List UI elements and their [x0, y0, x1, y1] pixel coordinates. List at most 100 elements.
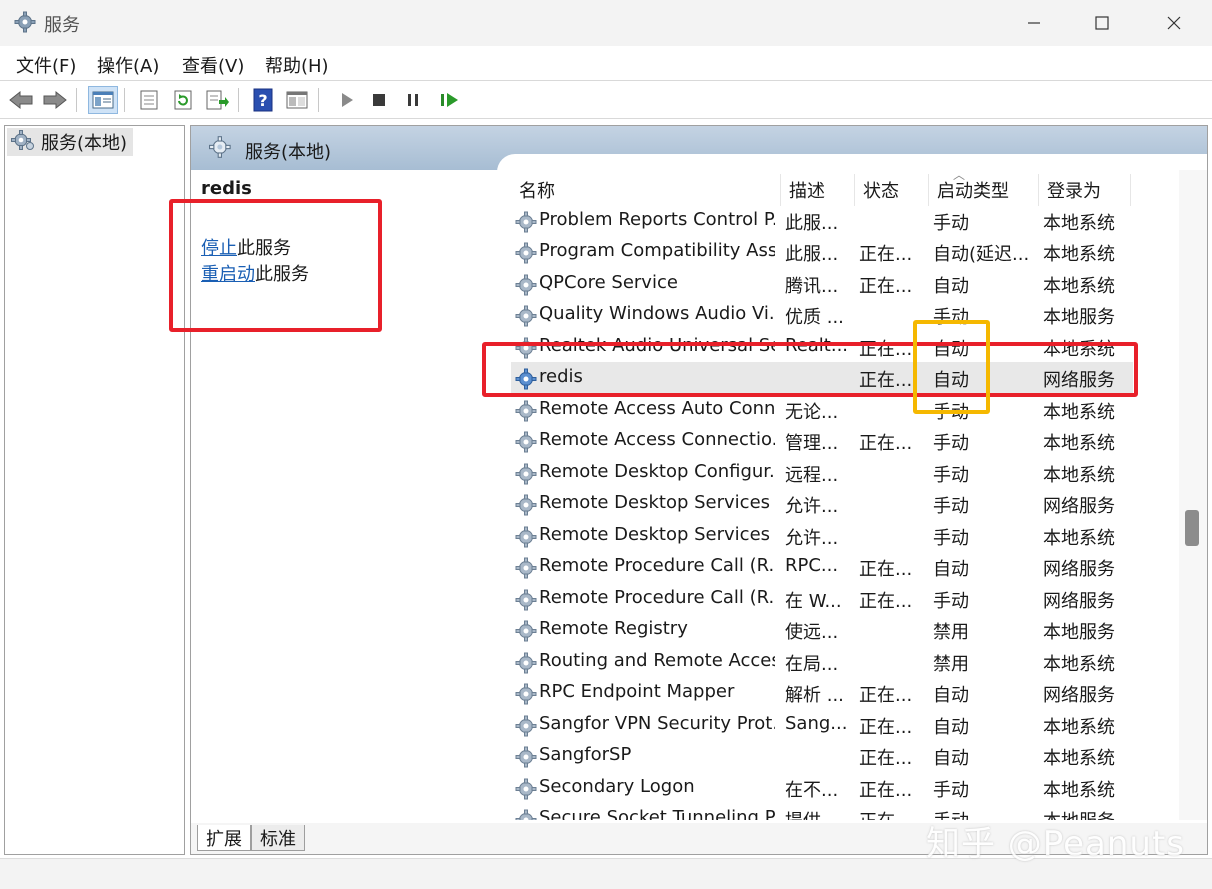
toolbar-separator	[318, 88, 319, 112]
service-gear-icon	[515, 620, 537, 647]
tree-item-services-local[interactable]: 服务(本地)	[7, 128, 134, 156]
service-row[interactable]: Remote Desktop Configur... 远程... 手动 本地系统	[511, 457, 1133, 488]
menu-help[interactable]: 帮助(H)	[265, 52, 329, 78]
service-status: 正在...	[859, 276, 913, 297]
show-tree-icon[interactable]	[88, 86, 118, 114]
service-name: QPCore Service	[539, 272, 678, 293]
column-header-name[interactable]: 名称	[515, 174, 781, 206]
service-row[interactable]: Routing and Remote Access 在局... 禁用 本地系统	[511, 646, 1133, 677]
service-startup-type: 自动	[933, 685, 969, 706]
service-row[interactable]: Remote Registry 使远... 禁用 本地服务	[511, 614, 1133, 645]
menu-file[interactable]: 文件(F)	[16, 52, 76, 78]
service-description: Sang...	[785, 713, 848, 734]
stop-service-icon[interactable]	[364, 86, 394, 114]
service-description: 使远...	[785, 622, 839, 643]
service-gear-icon	[515, 431, 537, 458]
service-row[interactable]: Quality Windows Audio Vi... 优质 ... 手动 本地…	[511, 299, 1133, 330]
service-status: 正在...	[859, 807, 927, 820]
service-row[interactable]: Program Compatibility Assi... 此服... 正在..…	[511, 236, 1133, 267]
service-description: 此服...	[785, 244, 839, 265]
main-header-title: 服务(本地)	[245, 142, 332, 163]
service-logon-as: 本地服务	[1043, 307, 1115, 328]
service-description: 优质 ...	[785, 307, 844, 328]
maximize-button[interactable]	[1078, 8, 1126, 38]
tab-standard[interactable]: 标准	[251, 825, 305, 851]
restart-service-icon[interactable]	[434, 86, 464, 114]
services-gear-icon	[209, 135, 235, 164]
column-header-startup-type[interactable]: 启动类型	[933, 174, 1039, 206]
service-logon-as: 网络服务	[1043, 685, 1115, 706]
service-name: Remote Desktop Services	[539, 492, 771, 513]
service-logon-as: 本地系统	[1043, 402, 1115, 423]
back-arrow-icon[interactable]	[6, 86, 36, 114]
service-row[interactable]: Problem Reports Control P... 此服... 手动 本地…	[511, 205, 1133, 236]
menu-action[interactable]: 操作(A)	[97, 52, 159, 78]
service-status: 正在...	[859, 559, 913, 580]
svg-text:?: ?	[258, 91, 267, 110]
service-gear-icon	[515, 305, 537, 332]
service-name: SangforSP	[539, 744, 632, 765]
toolbar-separator	[124, 88, 125, 112]
service-name: Quality Windows Audio Vi...	[539, 303, 775, 324]
service-gear-icon	[515, 809, 537, 820]
service-row[interactable]: Remote Procedure Call (R... 在 W... 正在...…	[511, 583, 1133, 614]
service-gear-icon	[515, 715, 537, 742]
service-description: 此服...	[785, 213, 839, 234]
service-logon-as: 网络服务	[1043, 591, 1115, 612]
refresh-icon[interactable]	[168, 86, 198, 114]
column-header-status[interactable]: 状态	[859, 174, 929, 206]
close-button[interactable]	[1150, 8, 1198, 38]
tab-extended[interactable]: 扩展	[197, 825, 251, 851]
services-gear-icon	[14, 11, 36, 38]
pause-service-icon[interactable]	[398, 86, 428, 114]
service-row[interactable]: Secondary Logon 在不... 正在... 手动 本地系统	[511, 772, 1133, 803]
annotation-box-red-actions	[169, 199, 382, 332]
service-name: Remote Desktop Configur...	[539, 461, 775, 482]
service-gear-icon	[515, 400, 537, 427]
start-service-icon[interactable]	[332, 86, 362, 114]
service-description: 提供...	[785, 807, 853, 820]
service-description: RPC...	[785, 555, 839, 576]
service-logon-as: 本地系统	[1043, 244, 1115, 265]
service-startup-type: 自动	[933, 276, 969, 297]
service-logon-as: 本地系统	[1043, 654, 1115, 675]
service-status: 正在...	[859, 717, 913, 738]
forward-arrow-icon[interactable]	[40, 86, 70, 114]
service-row[interactable]: Remote Desktop Services ... 允许... 手动 本地系…	[511, 520, 1133, 551]
column-header-logon-as[interactable]: 登录为	[1043, 174, 1131, 206]
service-gear-icon	[515, 274, 537, 301]
scrollbar-thumb[interactable]	[1185, 510, 1199, 546]
service-name: Routing and Remote Access	[539, 650, 775, 671]
properties-icon[interactable]	[134, 86, 164, 114]
service-row[interactable]: Remote Access Auto Conn... 无论... 手动 本地系统	[511, 394, 1133, 425]
column-header-description[interactable]: 描述	[785, 174, 855, 206]
export-list-icon[interactable]	[202, 86, 232, 114]
toolbar-separator	[76, 88, 77, 112]
help-icon[interactable]: ?	[248, 86, 278, 114]
service-row[interactable]: Remote Desktop Services 允许... 手动 网络服务	[511, 488, 1133, 519]
minimize-button[interactable]	[1010, 8, 1058, 38]
service-logon-as: 本地系统	[1043, 748, 1115, 769]
console-view-icon[interactable]	[282, 86, 312, 114]
service-gear-icon	[515, 683, 537, 710]
service-startup-type: 手动	[933, 213, 969, 234]
service-row[interactable]: SangforSP 正在... 自动 本地系统	[511, 740, 1133, 771]
service-row[interactable]: Remote Access Connectio... 管理... 正在... 手…	[511, 425, 1133, 456]
service-description: 解析 ...	[785, 685, 844, 706]
service-logon-as: 本地系统	[1043, 433, 1115, 454]
service-row[interactable]: RPC Endpoint Mapper 解析 ... 正在... 自动 网络服务	[511, 677, 1133, 708]
toolbar: ?	[0, 81, 1212, 119]
service-row[interactable]: Remote Procedure Call (R... RPC... 正在...…	[511, 551, 1133, 582]
service-startup-type: 手动	[933, 780, 969, 801]
service-row[interactable]: QPCore Service 腾讯... 正在... 自动 本地系统	[511, 268, 1133, 299]
service-startup-type: 手动	[933, 465, 969, 486]
service-description: 管理...	[785, 433, 839, 454]
service-startup-type: 自动	[933, 748, 969, 769]
vertical-scrollbar[interactable]	[1179, 170, 1207, 820]
service-logon-as: 网络服务	[1043, 559, 1115, 580]
service-status: 正在...	[859, 433, 913, 454]
service-gear-icon	[515, 589, 537, 616]
service-row[interactable]: Sangfor VPN Security Prot... Sang... 正在.…	[511, 709, 1133, 740]
service-name: Secure Socket Tunneling P...	[539, 807, 775, 820]
menu-view[interactable]: 查看(V)	[182, 52, 244, 78]
